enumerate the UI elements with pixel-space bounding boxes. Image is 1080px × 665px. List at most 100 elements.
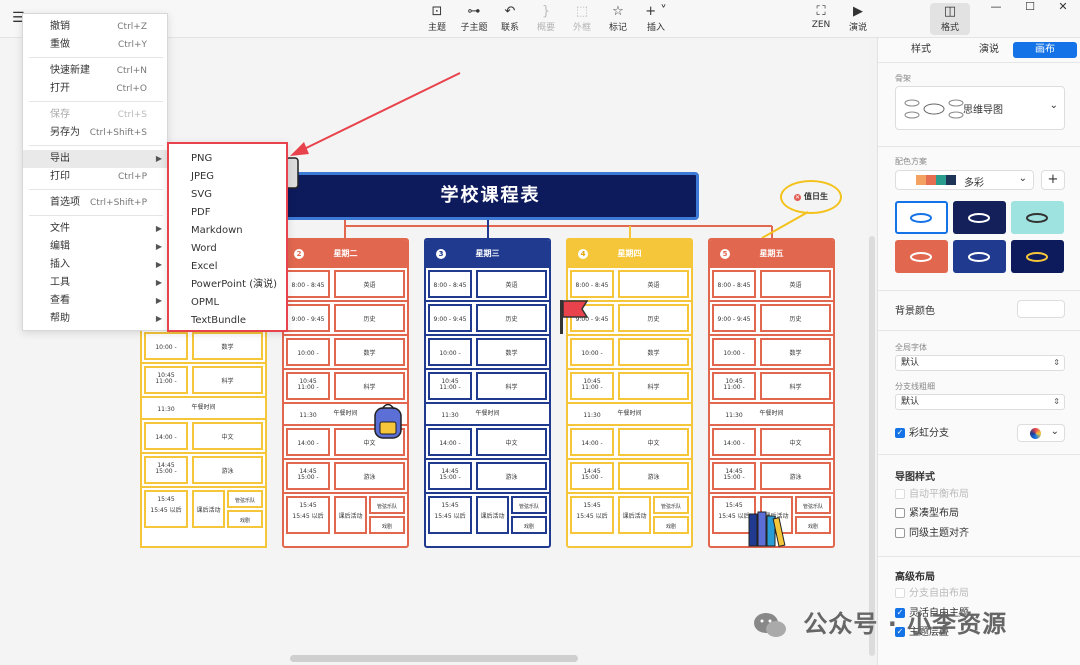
menu-shortcut: Ctrl+O xyxy=(116,84,147,94)
menu-export[interactable]: 导出 ▶ xyxy=(23,150,169,168)
time-cell: 11:00 - 11:30 xyxy=(712,372,756,419)
skeleton-select[interactable]: 思维导图 ⌄ xyxy=(895,86,1065,130)
export-svg[interactable]: SVG xyxy=(191,186,212,204)
menu-label: 打开 xyxy=(50,83,70,94)
export-png[interactable]: PNG xyxy=(191,150,212,168)
export-markdown[interactable]: Markdown xyxy=(191,222,243,240)
time-cell: 15:00 - 15:45 xyxy=(428,462,472,509)
menu-tools[interactable]: 工具 ▶ xyxy=(23,274,169,292)
tab-canvas[interactable]: 画布 xyxy=(1013,42,1077,58)
subject-cell: 戏剧 xyxy=(227,510,263,528)
theme-preset-5[interactable] xyxy=(953,240,1006,273)
time-cell: 10:00 - 10:45 xyxy=(570,338,614,385)
theme-preset-1[interactable] xyxy=(895,201,948,234)
subject-cell: 数学 xyxy=(476,338,547,366)
menu-quick-new[interactable]: 快速新建 Ctrl+N xyxy=(23,62,169,80)
menu-undo[interactable]: 撤销 Ctrl+Z xyxy=(23,18,169,36)
time-cell: 14:00 - 14:45 xyxy=(286,428,330,475)
day-name: 星期三 xyxy=(475,249,500,258)
auto-balance-checkbox[interactable]: 自动平衡布局 xyxy=(895,489,969,501)
theme-preset-4[interactable] xyxy=(895,240,948,273)
subject-cell: 管弦乐队 xyxy=(511,496,547,514)
tab-pitch[interactable]: 演说 xyxy=(959,42,1019,58)
menu-preferences[interactable]: 首选项 Ctrl+Shift+P xyxy=(23,194,169,212)
menu-save-as[interactable]: 另存为 Ctrl+Shift+S xyxy=(23,124,169,142)
menu-save[interactable]: 保存 Ctrl+S xyxy=(23,106,169,124)
rainbow-color-select[interactable]: ⌄ xyxy=(1017,424,1065,442)
watermark-text: 公众号 · 小李资源 xyxy=(803,610,1008,638)
subject-cell: 中文 xyxy=(192,422,263,450)
subject-cell: 课后活动 xyxy=(192,490,225,528)
menu-file[interactable]: 文件 ▶ xyxy=(23,220,169,238)
subject-cell: 戏剧 xyxy=(369,516,405,534)
time-cell: 11:00 - 11:30 xyxy=(286,372,330,419)
backpack-sticker-icon xyxy=(374,403,402,439)
time-cell: 11:00 - 11:30 xyxy=(428,372,472,419)
add-color-scheme-button[interactable]: + xyxy=(1041,170,1065,190)
color-scheme-value: 多彩 xyxy=(964,178,984,189)
subject-cell: 中文 xyxy=(618,428,689,456)
branch-width-select[interactable]: 默认 ⇕ xyxy=(895,394,1065,410)
export-word[interactable]: Word xyxy=(191,240,217,258)
day-column-monday[interactable]: 10:00 - 10:45 数学 11:00 - 11:30 科学 午餐时间 14:… xyxy=(140,330,267,548)
time-cell: 8:00 - 8:45 xyxy=(286,270,330,298)
menu-view[interactable]: 查看 ▶ xyxy=(23,292,169,310)
export-pdf[interactable]: PDF xyxy=(191,204,210,222)
color-scheme-select[interactable]: 多彩 ⌄ xyxy=(895,170,1034,190)
menu-shortcut: Ctrl+S xyxy=(117,110,147,120)
theme-preset-2[interactable] xyxy=(953,201,1006,234)
align-siblings-checkbox[interactable]: 同级主题对齐 xyxy=(895,528,969,540)
chevron-right-icon: ▶ xyxy=(155,314,162,323)
export-jpeg[interactable]: JPEG xyxy=(191,168,214,186)
time-cell: 15:00 - 15:45 xyxy=(712,462,756,509)
chevron-right-icon: ▶ xyxy=(155,154,162,163)
menu-redo[interactable]: 重做 Ctrl+Y xyxy=(23,36,169,54)
menu-shortcut: Ctrl+Shift+P xyxy=(90,198,147,208)
global-font-value: 默认 xyxy=(901,358,920,368)
theme-preset-3[interactable] xyxy=(1011,201,1064,234)
callout-topic[interactable]: ✕ 值日生 xyxy=(780,180,842,214)
export-textbundle[interactable]: TextBundle xyxy=(191,312,246,330)
day-column-tuesday[interactable]: 2 星期二 8:00 - 8:45 英语 9:00 - 9:45 历史 10:00 -… xyxy=(282,238,409,548)
horizontal-scrollbar[interactable] xyxy=(290,655,578,662)
subject-cell: 课后活动 xyxy=(476,496,509,534)
menu-edit[interactable]: 编辑 ▶ xyxy=(23,238,169,256)
day-column-friday[interactable]: 5 星期五 8:00 - 8:45 英语 9:00 - 9:45 历史 10:00 -… xyxy=(708,238,835,548)
export-powerpoint[interactable]: PowerPoint (演说) xyxy=(191,276,277,294)
menu-print[interactable]: 打印 Ctrl+P xyxy=(23,168,169,186)
time-cell: 14:00 - 14:45 xyxy=(712,428,756,475)
day-number: 5 xyxy=(720,249,730,259)
compact-layout-checkbox[interactable]: 紧凑型布局 xyxy=(895,508,959,520)
time-cell: 11:00 - 11:30 xyxy=(570,372,614,419)
vertical-scrollbar[interactable] xyxy=(869,236,875,656)
time-cell: 9:00 - 9:45 xyxy=(712,304,756,332)
global-font-select[interactable]: 默认 ⇕ xyxy=(895,355,1065,371)
day-column-wednesday[interactable]: 3 星期三 8:00 - 8:45 英语 9:00 - 9:45 历史 10:00 -… xyxy=(424,238,551,548)
chevron-right-icon: ▶ xyxy=(155,260,162,269)
subject-cell: 科学 xyxy=(334,372,405,400)
central-topic[interactable]: 学校课程表 xyxy=(282,172,699,220)
time-cell: 11:00 - 11:30 xyxy=(144,366,188,413)
export-excel[interactable]: Excel xyxy=(191,258,218,276)
free-layout-checkbox[interactable]: 分支自由布局 xyxy=(895,588,969,600)
export-opml[interactable]: OPML xyxy=(191,294,219,312)
day-column-thursday[interactable]: 4 星期四 8:00 - 8:45 英语 9:00 - 9:45 历史 10:00 -… xyxy=(566,238,693,548)
menu-insert[interactable]: 插入 ▶ xyxy=(23,256,169,274)
rainbow-branch-checkbox[interactable]: ✓ 彩虹分支 xyxy=(895,428,949,440)
tab-style[interactable]: 样式 xyxy=(891,42,951,58)
time-cell: 8:00 - 8:45 xyxy=(712,270,756,298)
chevron-down-icon: ⌄ xyxy=(1018,173,1027,184)
background-color-swatch[interactable] xyxy=(1017,300,1065,318)
menu-help[interactable]: 帮助 ▶ xyxy=(23,310,169,328)
auto-balance-label: 自动平衡布局 xyxy=(909,489,969,500)
time-cell: 8:00 - 8:45 xyxy=(428,270,472,298)
color-scheme-heading: 配色方案 xyxy=(895,157,927,166)
time-cell: 9:00 - 9:45 xyxy=(428,304,472,332)
subject-cell: 英语 xyxy=(618,270,689,298)
subject-cell: 科学 xyxy=(476,372,547,400)
advanced-layout-heading: 高级布局 xyxy=(895,572,935,583)
menu-open[interactable]: 打开 Ctrl+O xyxy=(23,80,169,98)
time-cell: 15:45 以后 xyxy=(286,496,330,534)
theme-preset-6[interactable] xyxy=(1011,240,1064,273)
flag-sticker-icon xyxy=(560,300,589,334)
